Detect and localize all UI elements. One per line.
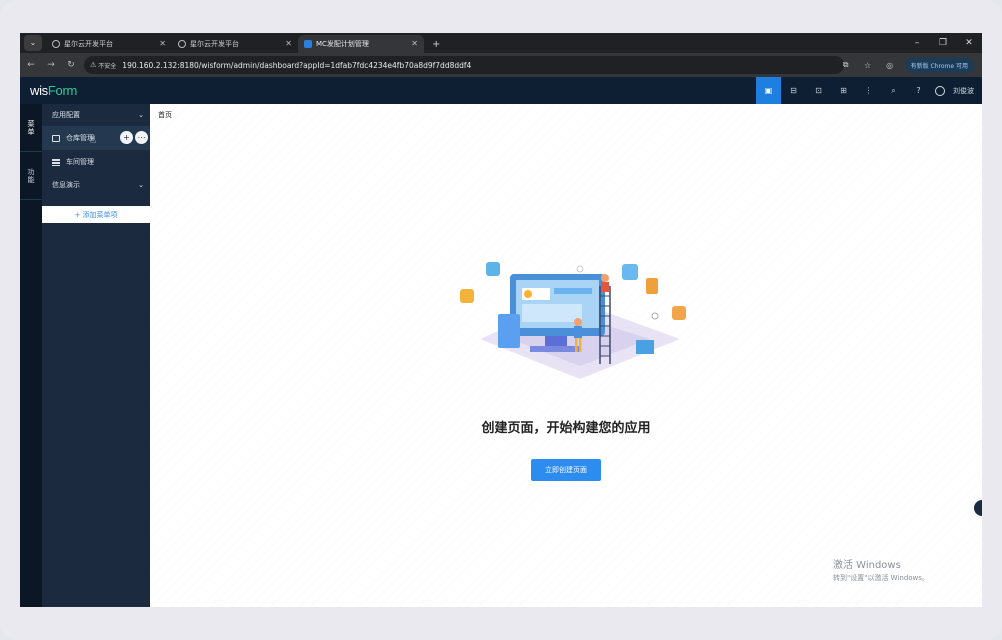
sidebar-item-workshop[interactable]: 车间管理	[42, 150, 150, 174]
logo-accent-text: Form	[47, 83, 78, 98]
bookmark-star-icon[interactable]: ☆	[857, 61, 879, 70]
floating-assistant-icon[interactable]	[974, 500, 982, 516]
tab-search-icon[interactable]: ⌄	[24, 35, 42, 51]
url-text[interactable]: 190.160.2.132:8180/wisform/admin/dashboa…	[122, 61, 471, 70]
tab-strip: ⌄ 星尔云开发平台 ✕ 星尔云开发平台 ✕ MC发配计划管理 ✕ + – ❐ ✕	[20, 33, 982, 53]
favicon-icon	[304, 40, 312, 48]
page-design-icon[interactable]: ▣	[756, 77, 781, 104]
warehouse-icon	[52, 134, 60, 142]
chrome-update-button[interactable]: 有新版 Chrome 可用	[904, 57, 974, 73]
browser-window: ⌄ 星尔云开发平台 ✕ 星尔云开发平台 ✕ MC发配计划管理 ✕ + – ❐ ✕…	[20, 33, 982, 607]
sidebar-group-app-config[interactable]: 应用配置 ⌄	[42, 104, 150, 126]
tab-1[interactable]: 星尔云开发平台 ✕	[46, 35, 172, 53]
profile-icon[interactable]: ◎	[879, 61, 901, 70]
logo: wisForm	[30, 83, 77, 98]
toolbar-actions: ⧉ ☆ ◎ 有新版 Chrome 可用	[835, 56, 974, 74]
sidebar-item-warehouse[interactable]: 仓库管理 ☝ + ⋯	[42, 126, 150, 150]
main-content: 首页 创建页面，开始构建您的应用 立即创建页面 激活 Windows 转到"设置…	[150, 104, 982, 607]
empty-state-title: 创建页面，开始构建您的应用	[481, 421, 651, 436]
omnibox[interactable]: ⚠ 不安全 190.160.2.132:8180/wisform/admin/d…	[84, 56, 844, 74]
breadcrumb: 首页	[158, 111, 172, 119]
forward-icon[interactable]: →	[42, 60, 60, 70]
search-icon[interactable]: ⌕	[881, 77, 906, 104]
close-window-icon[interactable]: ✕	[956, 33, 982, 53]
chevron-down-icon: ⌄	[138, 111, 144, 119]
tab-3-active[interactable]: MC发配计划管理 ✕	[298, 35, 424, 53]
app-header: wisForm ▣ ⊟ ⊡ ⊞ ⋮ ⌕ ? 刘俊波	[20, 77, 982, 104]
window-controls: – ❐ ✕	[904, 33, 982, 53]
insecure-label: 不安全	[98, 62, 117, 70]
close-icon[interactable]: ✕	[159, 39, 166, 48]
address-toolbar: ← → ↻ ⚠ 不安全 190.160.2.132:8180/wisform/a…	[20, 53, 982, 77]
header-tools: ▣ ⊟ ⊡ ⊞ ⋮ ⌕ ? 刘俊波	[756, 77, 974, 104]
close-icon[interactable]: ✕	[285, 39, 292, 48]
data-model-icon[interactable]: ⊟	[781, 77, 806, 104]
new-tab-button[interactable]: +	[424, 39, 448, 53]
create-page-button[interactable]: 立即创建页面	[531, 459, 601, 481]
minimize-icon[interactable]: –	[904, 33, 930, 53]
user-name: 刘俊波	[953, 86, 974, 95]
tab-title: 星尔云开发平台	[64, 40, 113, 48]
sidebar-group-info-demo[interactable]: 信息演示 ⌄	[42, 174, 150, 196]
sidebar: 应用配置 ⌄ 仓库管理 ☝ + ⋯ 车间管理 信息演示 ⌄ + 添加菜单项	[42, 104, 150, 607]
watermark-line-2: 转到"设置"以激活 Windows。	[833, 574, 929, 582]
sidebar-item-label: 车间管理	[66, 158, 94, 166]
settings-panel-icon[interactable]: ⊞	[831, 77, 856, 104]
tab-2[interactable]: 星尔云开发平台 ✕	[172, 35, 298, 53]
list-icon	[52, 158, 60, 166]
more-icon[interactable]: ⋯	[135, 131, 148, 144]
warning-icon: ⚠	[90, 61, 97, 69]
rail-item-menu[interactable]: 菜单	[20, 104, 42, 152]
close-icon[interactable]: ✕	[411, 39, 418, 48]
help-icon[interactable]: ?	[906, 77, 931, 104]
item-actions: + ⋯	[120, 131, 148, 144]
security-indicator[interactable]: ⚠ 不安全	[90, 61, 116, 70]
logo-main-text: wis	[30, 83, 48, 98]
back-icon[interactable]: ←	[22, 60, 40, 70]
add-icon[interactable]: +	[120, 131, 133, 144]
watermark-line-1: 激活 Windows	[833, 560, 901, 571]
tab-title: MC发配计划管理	[316, 40, 369, 48]
pointer-cursor-icon: ☝	[90, 135, 97, 146]
tab-title: 星尔云开发平台	[190, 40, 239, 48]
screen-frame: ⌄ 星尔云开发平台 ✕ 星尔云开发平台 ✕ MC发配计划管理 ✕ + – ❐ ✕…	[0, 0, 1002, 640]
add-menu-item-button[interactable]: + 添加菜单项	[42, 206, 150, 223]
rail-item-function[interactable]: 功能	[20, 152, 42, 200]
preview-icon[interactable]: ⊡	[806, 77, 831, 104]
user-menu[interactable]: 刘俊波	[935, 85, 974, 96]
empty-state-illustration	[460, 262, 686, 379]
more-icon[interactable]: ⋮	[856, 77, 881, 104]
restore-icon[interactable]: ❐	[930, 33, 956, 53]
windows-activation-watermark: 激活 Windows 转到"设置"以激活 Windows。	[833, 556, 929, 583]
left-rail: 菜单 功能	[20, 104, 42, 607]
globe-icon	[52, 40, 60, 48]
translate-icon[interactable]: ⧉	[835, 60, 857, 70]
avatar	[935, 85, 945, 96]
chevron-down-icon: ⌄	[138, 181, 144, 189]
globe-icon	[178, 40, 186, 48]
group-label: 信息演示	[52, 181, 80, 189]
reload-icon[interactable]: ↻	[62, 60, 80, 70]
group-label: 应用配置	[52, 111, 80, 119]
